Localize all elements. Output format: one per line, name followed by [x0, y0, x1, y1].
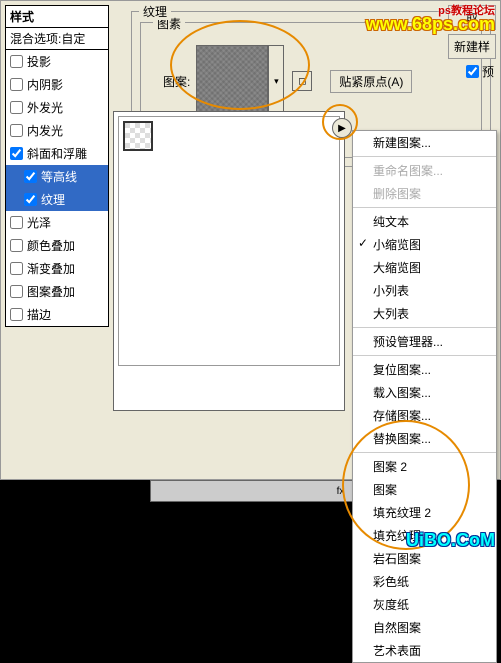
menu-delete: 删除图案 [353, 182, 496, 205]
style-list: 投影 内阴影 外发光 内发光 斜面和浮雕 等高线 纹理 光泽 颜色叠加 渐变叠加… [5, 50, 109, 327]
style-pattern-overlay[interactable]: 图案叠加 [6, 280, 108, 303]
style-satin[interactable]: 光泽 [6, 211, 108, 234]
chk-inner-glow[interactable] [10, 124, 23, 137]
chk-gradient-overlay[interactable] [10, 262, 23, 275]
chk-color-overlay[interactable] [10, 239, 23, 252]
chk-bevel[interactable] [10, 147, 23, 160]
menu-text-only[interactable]: 纯文本 [353, 210, 496, 233]
menu-replace[interactable]: 替换图案... [353, 427, 496, 450]
style-inner-glow[interactable]: 内发光 [6, 119, 108, 142]
menu-small-list[interactable]: 小列表 [353, 279, 496, 302]
fx-icon[interactable]: fx [337, 486, 345, 497]
style-bevel-emboss[interactable]: 斜面和浮雕 [6, 142, 108, 165]
menu-sep [353, 327, 496, 328]
snap-origin-button[interactable]: 贴紧原点(A) [330, 70, 412, 93]
menu-sep [353, 207, 496, 208]
menu-set-gray[interactable]: 灰度纸 [353, 593, 496, 616]
watermark-bottom: UiBO.CoM [406, 530, 495, 551]
pattern-picker-list[interactable] [118, 116, 340, 366]
pattern-swatch[interactable] [196, 45, 268, 117]
pattern-thumb[interactable] [123, 121, 153, 151]
blending-options[interactable]: 混合选项:自定 [5, 28, 109, 50]
menu-save[interactable]: 存储图案... [353, 404, 496, 427]
pattern-context-menu: 新建图案... 重命名图案... 删除图案 纯文本 小缩览图 大缩览图 小列表 … [352, 130, 497, 663]
style-gradient-overlay[interactable]: 渐变叠加 [6, 257, 108, 280]
menu-sep [353, 355, 496, 356]
menu-set-color[interactable]: 彩色纸 [353, 570, 496, 593]
menu-set-pattern[interactable]: 图案 [353, 478, 496, 501]
chk-stroke[interactable] [10, 308, 23, 321]
style-drop-shadow[interactable]: 投影 [6, 50, 108, 73]
menu-sep [353, 156, 496, 157]
menu-large-thumb[interactable]: 大缩览图 [353, 256, 496, 279]
menu-sep [353, 452, 496, 453]
menu-rename: 重命名图案... [353, 159, 496, 182]
pattern-dropdown-icon[interactable]: ▾ [268, 45, 284, 117]
menu-set-fill2[interactable]: 填充纹理 2 [353, 501, 496, 524]
menu-preset-mgr[interactable]: 预设管理器... [353, 330, 496, 353]
menu-set-pattern2[interactable]: 图案 2 [353, 455, 496, 478]
chk-drop-shadow[interactable] [10, 55, 23, 68]
pattern-row: 图案: ▾ ◻ 贴紧原点(A) [149, 45, 473, 117]
menu-load[interactable]: 载入图案... [353, 381, 496, 404]
new-style-button[interactable]: 新建样 [448, 34, 496, 59]
new-preset-icon[interactable]: ◻ [292, 71, 312, 91]
chk-satin[interactable] [10, 216, 23, 229]
style-inner-shadow[interactable]: 内阴影 [6, 73, 108, 96]
menu-small-thumb[interactable]: 小缩览图 [353, 233, 496, 256]
chk-pattern-overlay[interactable] [10, 285, 23, 298]
chk-preview[interactable] [466, 65, 479, 78]
menu-reset[interactable]: 复位图案... [353, 358, 496, 381]
styles-panel: 样式 混合选项:自定 投影 内阴影 外发光 内发光 斜面和浮雕 等高线 纹理 光… [5, 5, 109, 327]
chk-texture[interactable] [24, 193, 37, 206]
styles-header: 样式 [5, 5, 109, 28]
pattern-label: 图案: [163, 73, 190, 90]
chk-contour[interactable] [24, 170, 37, 183]
watermark-url: www.68ps.com [366, 14, 495, 35]
menu-new-pattern[interactable]: 新建图案... [353, 131, 496, 154]
style-texture[interactable]: 纹理 [6, 188, 108, 211]
style-color-overlay[interactable]: 颜色叠加 [6, 234, 108, 257]
style-outer-glow[interactable]: 外发光 [6, 96, 108, 119]
menu-set-art[interactable]: 艺术表面 [353, 639, 496, 662]
pattern-picker-popup: ▶ [113, 111, 345, 411]
pattern-flyout-icon[interactable]: ▶ [332, 118, 352, 138]
style-contour[interactable]: 等高线 [6, 165, 108, 188]
chk-outer-glow[interactable] [10, 101, 23, 114]
chk-inner-shadow[interactable] [10, 78, 23, 91]
menu-set-nature[interactable]: 自然图案 [353, 616, 496, 639]
menu-large-list[interactable]: 大列表 [353, 302, 496, 325]
style-stroke[interactable]: 描边 [6, 303, 108, 326]
preview-checkbox-row[interactable]: 预 [448, 63, 496, 80]
texture-title: 纹理 [139, 3, 171, 20]
